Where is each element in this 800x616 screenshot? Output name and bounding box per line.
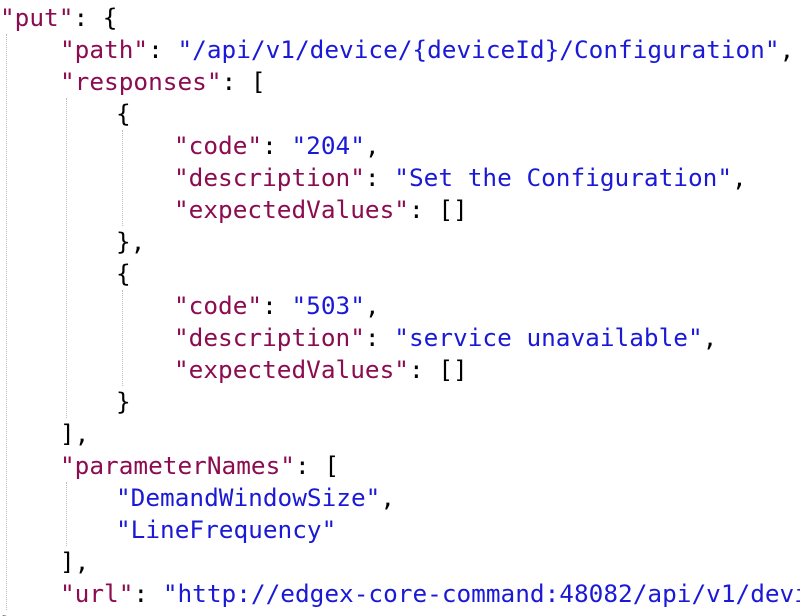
json-key: "description" [174,163,365,192]
json-punctuation: : [262,291,292,320]
json-punctuation: : [364,163,395,192]
code-line: ], [60,546,89,578]
code-line: "code": "503", [174,290,380,322]
json-punctuation: , [702,323,718,352]
code-line: "code": "204", [174,130,380,162]
code-line: "url": "http://edgex-core-command:48082/… [60,578,800,610]
code-line: "DemandWindowSize", [116,482,395,514]
code-line: "put": { [0,2,118,34]
json-string: "/api/v1/device/{deviceId}/Configuration… [177,35,780,64]
json-punctuation: , [732,163,747,192]
json-string: "204" [291,131,365,160]
json-key: "code" [174,131,263,160]
json-punctuation: }, [116,227,146,256]
json-key: "expectedValues" [174,195,409,224]
json-punctuation: : [ [294,451,340,480]
code-line: "LineFrequency" [116,514,336,546]
json-string: "Set the Configuration" [394,163,733,192]
json-punctuation: : [364,323,395,352]
code-line: "description": "service unavailable", [174,322,717,354]
json-string: "LineFrequency" [116,515,337,544]
json-punctuation: { [116,259,131,288]
json-punctuation: ], [60,547,90,576]
code-line: { [116,98,131,130]
json-key: "responses" [60,67,222,96]
json-punctuation: , [779,35,795,64]
json-key: "description" [174,323,365,352]
code-line: } [116,386,131,418]
code-line: "expectedValues": [] [174,354,468,386]
code-line: }, [116,226,145,258]
json-punctuation: : [] [408,355,468,384]
code-line: "path": "/api/v1/device/{deviceId}/Confi… [60,34,794,66]
json-punctuation: : [262,131,292,160]
code-line: { [116,258,131,290]
indent-guide [122,290,123,386]
code-line: "description": "Set the Configuration", [174,162,747,194]
json-key: "path" [60,35,149,64]
json-key: "parameterNames" [60,451,295,480]
json-key: "url" [60,579,134,608]
indent-guide [122,130,123,226]
code-editor: "put": {"path": "/api/v1/device/{deviceI… [0,0,800,616]
json-punctuation: , [364,291,380,320]
json-punctuation: : [] [408,195,468,224]
json-punctuation: , [380,483,396,512]
indent-guide [66,482,67,546]
json-key: "expectedValues" [174,355,409,384]
json-punctuation: ], [60,419,90,448]
json-string: "http://edgex-core-command:48082/api/v1/… [162,579,800,608]
json-string: "DemandWindowSize" [116,483,381,512]
json-punctuation: { [116,99,131,128]
json-punctuation: : [ [221,67,266,96]
code-line: "responses": [ [60,66,266,98]
code-line: "expectedValues": [] [174,194,468,226]
json-punctuation: : { [73,3,118,32]
json-punctuation: : [133,579,163,608]
json-punctuation: , [364,131,380,160]
json-punctuation: } [116,387,131,416]
json-string: "service unavailable" [394,323,703,352]
json-punctuation: } [0,611,15,616]
json-punctuation: : [148,35,178,64]
indent-guide [66,98,67,418]
json-key: "put" [0,3,74,32]
code-line: ], [60,418,89,450]
json-string: "503" [291,291,365,320]
indent-guide [6,34,7,610]
json-key: "code" [174,291,263,320]
code-line: } [0,610,15,616]
code-line: "parameterNames": [ [60,450,339,482]
